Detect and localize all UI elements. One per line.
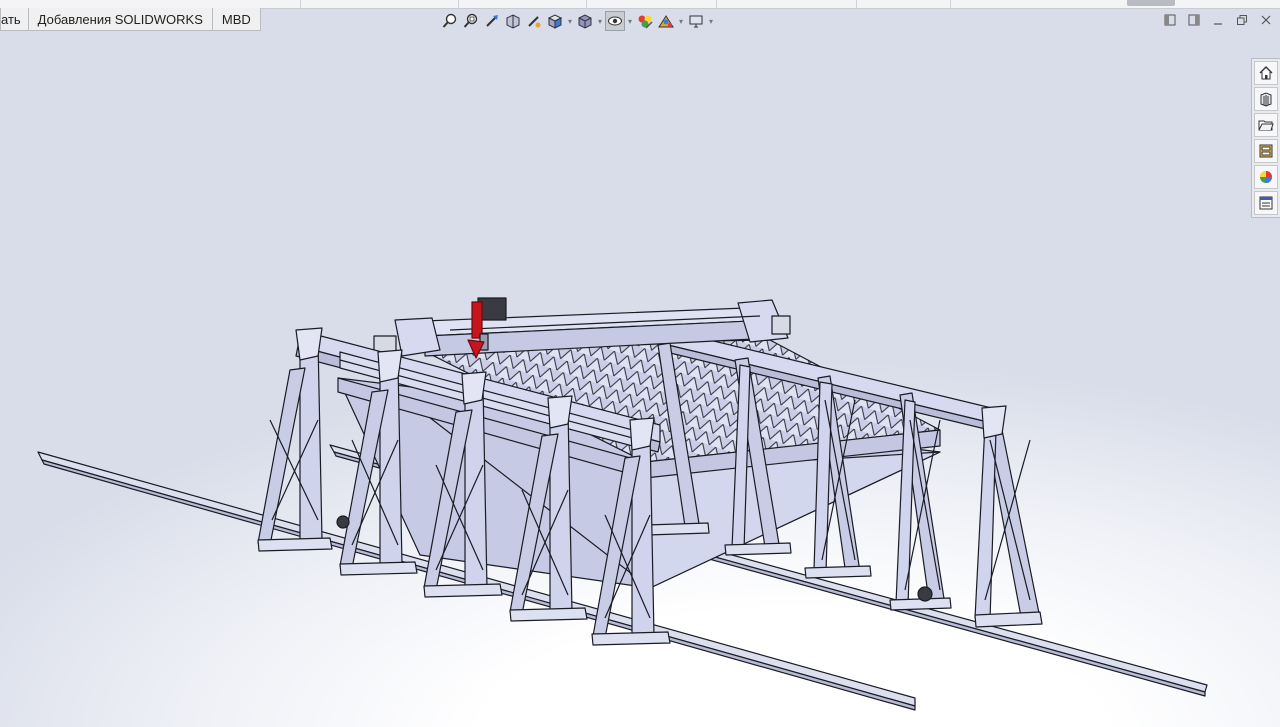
appearances-icon[interactable]: [1254, 165, 1278, 189]
view-settings-icon[interactable]: [686, 11, 706, 31]
hide-show-items-icon[interactable]: [605, 11, 625, 31]
view-orientation-dropdown-icon[interactable]: ▾: [566, 11, 574, 31]
view-settings-dropdown-icon[interactable]: ▾: [707, 11, 715, 31]
tab-solidworks-addins[interactable]: Добавления SOLIDWORKS: [27, 8, 213, 31]
cnc-cutting-table-model: [37, 297, 1208, 711]
display-style-dropdown-icon[interactable]: ▾: [596, 11, 604, 31]
section-view-icon[interactable]: [503, 11, 523, 31]
design-library-icon[interactable]: [1254, 87, 1278, 111]
custom-properties-icon[interactable]: [1254, 191, 1278, 215]
hide-show-dropdown-icon[interactable]: ▾: [626, 11, 634, 31]
graphics-area[interactable]: [0, 9, 1280, 727]
command-manager-tabs: ать Добавления SOLIDWORKS MBD: [0, 8, 261, 32]
dynamic-annotation-view-icon[interactable]: [524, 11, 544, 31]
task-pane: [1251, 58, 1280, 218]
file-explorer-icon[interactable]: [1254, 113, 1278, 137]
close-icon[interactable]: [1258, 12, 1274, 28]
tab-mbd[interactable]: MBD: [211, 8, 261, 31]
window-controls: [1162, 12, 1274, 28]
heads-up-view-toolbar: ▾ ▾ ▾ ▾ ▾: [440, 10, 715, 32]
view-orientation-icon[interactable]: [545, 11, 565, 31]
zoom-to-area-icon[interactable]: [461, 11, 481, 31]
edit-appearance-icon[interactable]: [635, 11, 655, 31]
view-palette-icon[interactable]: [1254, 139, 1278, 163]
tile-right-icon[interactable]: [1186, 12, 1202, 28]
ribbon-selected-marker: [1127, 0, 1175, 6]
display-style-icon[interactable]: [575, 11, 595, 31]
previous-view-icon[interactable]: [482, 11, 502, 31]
zoom-to-fit-icon[interactable]: [440, 11, 460, 31]
apply-scene-icon[interactable]: [656, 11, 676, 31]
apply-scene-dropdown-icon[interactable]: ▾: [677, 11, 685, 31]
minimize-icon[interactable]: [1210, 12, 1226, 28]
home-icon[interactable]: [1254, 61, 1278, 85]
restore-icon[interactable]: [1234, 12, 1250, 28]
tab-partial[interactable]: ать: [0, 8, 29, 31]
tile-left-icon[interactable]: [1162, 12, 1178, 28]
